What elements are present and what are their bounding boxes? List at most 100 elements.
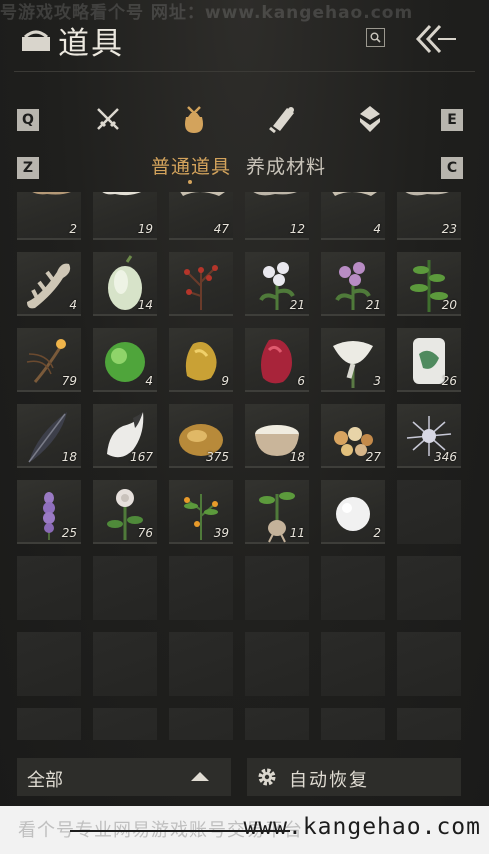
filter-label: 全部 xyxy=(27,770,63,791)
item-quantity: 23 xyxy=(441,222,457,236)
inventory-slot[interactable]: 9 xyxy=(169,328,233,392)
tab-items[interactable] xyxy=(177,102,211,136)
inventory-slot[interactable]: 4 xyxy=(93,328,157,392)
item-quantity: 18 xyxy=(61,450,77,464)
prev-category-key[interactable]: Q xyxy=(17,109,39,131)
item-quantity: 6 xyxy=(297,374,305,388)
empty-slot xyxy=(397,708,461,740)
inventory-slot[interactable]: 76 xyxy=(93,480,157,544)
item-quantity: 14 xyxy=(137,298,153,312)
item-quantity: 12 xyxy=(289,222,305,236)
watermark-bar: 看个号专业网易游戏账号交易平台 www.kangehao.com xyxy=(0,806,489,854)
empty-slot xyxy=(321,632,385,696)
inventory-slot[interactable]: 11 xyxy=(245,480,309,544)
empty-slot xyxy=(17,632,81,696)
empty-slot xyxy=(397,632,461,696)
page-title: 道具 xyxy=(58,25,124,62)
inventory-slot[interactable] xyxy=(169,252,233,316)
watermark-url: www.kangehao.com xyxy=(243,814,481,840)
item-quantity: 76 xyxy=(137,526,153,540)
inventory-slot[interactable]: 18 xyxy=(245,404,309,468)
item-quantity: 19 xyxy=(137,222,153,236)
inventory-slot[interactable]: 167 xyxy=(93,404,157,468)
item-quantity: 47 xyxy=(213,222,229,236)
empty-slot xyxy=(245,632,309,696)
empty-slot xyxy=(397,556,461,620)
item-quantity: 2 xyxy=(373,526,381,540)
inventory-slot[interactable]: 20 xyxy=(397,252,461,316)
item-quantity: 79 xyxy=(61,374,77,388)
inventory-slot[interactable]: 27 xyxy=(321,404,385,468)
inventory-slot[interactable]: 26 xyxy=(397,328,461,392)
item-quantity: 21 xyxy=(365,298,381,312)
tab-scrolls[interactable] xyxy=(265,102,299,136)
empty-slot xyxy=(169,632,233,696)
tab-gems[interactable] xyxy=(353,102,387,136)
inventory-slot[interactable]: 79 xyxy=(17,328,81,392)
inventory-slot[interactable]: 346 xyxy=(397,404,461,468)
inventory-slot[interactable]: 21 xyxy=(245,252,309,316)
inventory-slot[interactable]: 14 xyxy=(93,252,157,316)
inventory-grid: 2 19 47 12 4 23 4 14 21 21 20 79 4 9 6 3 26 18 167 375 18 27 3… xyxy=(0,192,489,740)
scroll-icon xyxy=(269,107,294,134)
red-berry-twig-icon xyxy=(184,265,218,310)
back-button[interactable] xyxy=(412,22,458,56)
inventory-slot[interactable]: 25 xyxy=(17,480,81,544)
inventory-slot[interactable]: 375 xyxy=(169,404,233,468)
inventory-slot[interactable]: 6 xyxy=(245,328,309,392)
inventory-slot[interactable]: 2 xyxy=(17,192,81,240)
pouch-icon xyxy=(185,106,203,133)
inventory-slot[interactable]: 39 xyxy=(169,480,233,544)
empty-slot xyxy=(245,708,309,740)
item-quantity: 4 xyxy=(373,222,381,236)
item-quantity: 11 xyxy=(289,526,305,540)
item-quantity: 4 xyxy=(69,298,77,312)
search-icon xyxy=(370,32,381,43)
tab-upgrade-materials[interactable]: 养成材料 xyxy=(246,152,326,179)
inventory-slot[interactable]: 19 xyxy=(93,192,157,240)
item-quantity: 4 xyxy=(145,374,153,388)
inventory-slot[interactable]: 21 xyxy=(321,252,385,316)
inventory-slot[interactable]: 4 xyxy=(321,192,385,240)
item-quantity: 18 xyxy=(289,450,305,464)
tab-normal-items[interactable]: 普通道具 xyxy=(151,152,231,179)
next-category-key[interactable]: E xyxy=(441,109,463,131)
empty-slot xyxy=(93,632,157,696)
tab-weapons[interactable] xyxy=(91,102,125,136)
prev-subtab-key[interactable]: Z xyxy=(17,157,39,179)
inventory-slot[interactable]: 12 xyxy=(245,192,309,240)
inventory-slot[interactable]: 47 xyxy=(169,192,233,240)
inventory-slot[interactable]: 3 xyxy=(321,328,385,392)
empty-slot xyxy=(17,708,81,740)
header: 道具 xyxy=(20,20,124,62)
next-subtab-key[interactable]: C xyxy=(441,157,463,179)
empty-slot xyxy=(321,556,385,620)
item-quantity: 9 xyxy=(221,374,229,388)
active-tab-indicator xyxy=(188,180,192,184)
gem-icon xyxy=(360,106,380,132)
empty-slot xyxy=(93,556,157,620)
empty-slot xyxy=(93,708,157,740)
item-quantity: 26 xyxy=(441,374,457,388)
auto-restore-label: 自动恢复 xyxy=(289,770,369,791)
item-quantity: 27 xyxy=(365,450,381,464)
crossed-swords-icon xyxy=(97,108,119,130)
inventory-slot[interactable]: 2 xyxy=(321,480,385,544)
empty-slot xyxy=(169,556,233,620)
item-quantity: 2 xyxy=(69,222,77,236)
empty-slot xyxy=(321,708,385,740)
item-quantity: 21 xyxy=(289,298,305,312)
inventory-slot[interactable]: 23 xyxy=(397,192,461,240)
inventory-slot[interactable]: 18 xyxy=(17,404,81,468)
auto-restore-button[interactable]: 自动恢复 xyxy=(247,758,461,796)
search-button[interactable] xyxy=(366,28,385,47)
item-quantity: 20 xyxy=(441,298,457,312)
filter-dropdown[interactable]: 全部 xyxy=(17,758,231,796)
item-quantity: 375 xyxy=(206,450,229,464)
empty-slot xyxy=(169,708,233,740)
item-quantity: 39 xyxy=(213,526,229,540)
item-quantity: 346 xyxy=(434,450,457,464)
inventory-slot[interactable]: 4 xyxy=(17,252,81,316)
header-divider xyxy=(14,71,475,72)
item-bag-icon xyxy=(22,30,50,51)
